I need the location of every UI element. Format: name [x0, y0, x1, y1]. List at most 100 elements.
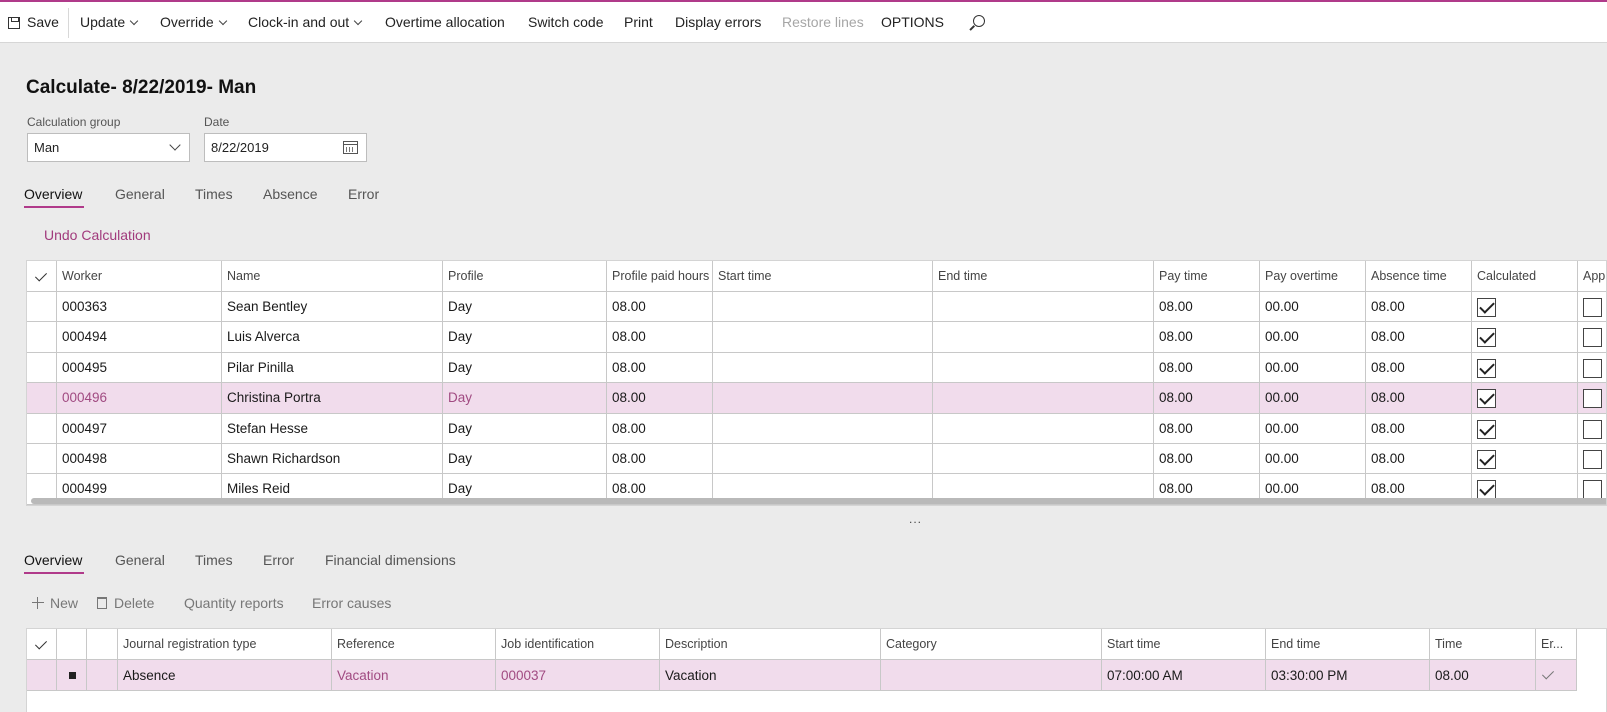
search-icon[interactable] [973, 15, 985, 27]
column-header-calculated[interactable]: Calculated [1472, 261, 1578, 291]
absence-time-cell[interactable]: 08.00 [1366, 444, 1472, 474]
switch-code-button[interactable]: Switch code [528, 2, 603, 43]
column-header-description[interactable]: Description [660, 629, 881, 659]
profile-cell[interactable]: Day [443, 413, 607, 443]
checkbox-icon[interactable] [1583, 389, 1602, 409]
start-time-cell[interactable] [713, 292, 933, 322]
worker-cell[interactable]: 000497 [57, 413, 222, 443]
absence-time-cell[interactable]: 08.00 [1366, 322, 1472, 352]
row-selector[interactable] [27, 444, 57, 474]
lines-tab-general[interactable]: General [115, 552, 165, 568]
worker-cell[interactable]: 000498 [57, 444, 222, 474]
checkbox-icon[interactable] [1477, 450, 1496, 469]
checkbox-icon[interactable] [1477, 389, 1496, 409]
approved-checkbox[interactable] [1578, 292, 1606, 321]
options-button[interactable]: OPTIONS [881, 2, 944, 43]
horizontal-scrollbar[interactable] [31, 498, 1606, 504]
calculated-checkbox[interactable] [1472, 444, 1578, 474]
name-cell[interactable]: Christina Portra [222, 383, 443, 413]
profile-paid-hours-cell[interactable]: 08.00 [607, 413, 713, 443]
lines-tab-financial-dimensions[interactable]: Financial dimensions [325, 552, 456, 568]
pay-time-cell[interactable]: 08.00 [1154, 292, 1260, 322]
pay-overtime-cell[interactable]: 00.00 [1260, 383, 1366, 413]
absence-time-cell[interactable]: 08.00 [1366, 413, 1472, 443]
calculated-checkbox[interactable] [1472, 383, 1578, 413]
display-errors-button[interactable]: Display errors [675, 2, 761, 43]
column-header-approved[interactable]: App [1578, 261, 1606, 291]
end-time-cell[interactable]: 03:30:00 PM [1266, 660, 1430, 690]
absence-time-cell[interactable]: 08.00 [1366, 292, 1472, 322]
start-time-cell[interactable] [713, 444, 933, 474]
column-header-end-time[interactable]: End time [1266, 629, 1430, 659]
approved-checkbox[interactable] [1578, 414, 1606, 443]
table-row[interactable]: 000495 Pilar Pinilla Day 08.00 08.00 00.00 08.… [27, 352, 1606, 384]
profile-cell[interactable]: Day [443, 444, 607, 474]
approved-checkbox[interactable] [1578, 444, 1606, 473]
start-time-cell[interactable] [713, 413, 933, 443]
column-header-pay-time[interactable]: Pay time [1154, 261, 1260, 291]
worker-cell[interactable]: 000495 [57, 352, 222, 383]
checkbox-icon[interactable] [1477, 480, 1496, 500]
profile-cell[interactable]: Day [443, 322, 607, 352]
name-cell[interactable]: Stefan Hesse [222, 413, 443, 443]
calculated-checkbox[interactable] [1472, 413, 1578, 443]
profile-paid-hours-cell[interactable]: 08.00 [607, 292, 713, 322]
checkbox-icon[interactable] [1583, 450, 1602, 469]
column-header-pay-overtime[interactable]: Pay overtime [1260, 261, 1366, 291]
name-cell[interactable]: Luis Alverca [222, 322, 443, 352]
splitter-handle[interactable]: ... [909, 512, 922, 526]
save-button[interactable]: Save [0, 2, 64, 43]
profile-paid-hours-cell[interactable]: 08.00 [607, 383, 713, 413]
lines-tab-times[interactable]: Times [195, 552, 233, 568]
name-cell[interactable]: Sean Bentley [222, 292, 443, 322]
category-cell[interactable] [881, 660, 1102, 690]
approved-checkbox[interactable] [1578, 353, 1606, 382]
journal-registration-type-cell[interactable]: Absence [118, 660, 332, 690]
calendar-icon[interactable] [343, 141, 358, 154]
absence-time-cell[interactable]: 08.00 [1366, 383, 1472, 413]
row-selector[interactable] [27, 383, 57, 413]
name-cell[interactable]: Pilar Pinilla [222, 352, 443, 383]
update-menu[interactable]: Update [80, 2, 139, 43]
reference-link[interactable]: Vacation [332, 660, 496, 690]
start-time-cell[interactable] [713, 383, 933, 413]
job-identification-link[interactable]: 000037 [496, 660, 660, 690]
checkbox-icon[interactable] [1477, 358, 1496, 378]
description-cell[interactable]: Vacation [660, 660, 881, 690]
print-button[interactable]: Print [624, 2, 653, 43]
column-header-start-time[interactable]: Start time [1102, 629, 1266, 659]
column-header-profile-paid-hours[interactable]: Profile paid hours [607, 261, 713, 291]
undo-calculation-button[interactable]: Undo Calculation [44, 227, 151, 243]
column-header-absence-time[interactable]: Absence time [1366, 261, 1472, 291]
row-selector[interactable] [27, 322, 57, 352]
worker-cell[interactable]: 000363 [57, 292, 222, 322]
table-row[interactable]: Absence Vacation 000037 Vacation 07:00:0… [27, 660, 1577, 691]
table-row[interactable]: 000498 Shawn Richardson Day 08.00 08.00 00.00… [27, 444, 1606, 475]
date-field[interactable]: 8/22/2019 [204, 133, 367, 162]
pay-overtime-cell[interactable]: 00.00 [1260, 352, 1366, 383]
start-time-cell[interactable] [713, 322, 933, 352]
pay-overtime-cell[interactable]: 00.00 [1260, 444, 1366, 474]
clock-in-out-menu[interactable]: Clock-in and out [248, 2, 363, 43]
quantity-reports-button[interactable]: Quantity reports [184, 595, 284, 611]
pay-overtime-cell[interactable]: 00.00 [1260, 292, 1366, 322]
tab-general[interactable]: General [115, 186, 165, 202]
lines-tab-error[interactable]: Error [263, 552, 294, 568]
profile-paid-hours-cell[interactable]: 08.00 [607, 444, 713, 474]
table-row[interactable]: 000497 Stefan Hesse Day 08.00 08.00 00.00 08.0… [27, 413, 1606, 444]
pay-time-cell[interactable]: 08.00 [1154, 413, 1260, 443]
table-row[interactable]: 000363 Sean Bentley Day 08.00 08.00 00.00 08.0… [27, 292, 1606, 323]
tab-absence[interactable]: Absence [263, 186, 317, 202]
calculated-checkbox[interactable] [1472, 322, 1578, 352]
checkbox-icon[interactable] [1477, 419, 1496, 439]
time-cell[interactable]: 08.00 [1430, 660, 1536, 690]
column-header-profile[interactable]: Profile [443, 261, 607, 291]
end-time-cell[interactable] [933, 292, 1154, 322]
profile-cell[interactable]: Day [443, 352, 607, 383]
tab-times[interactable]: Times [195, 186, 233, 202]
checkbox-icon[interactable] [1583, 419, 1602, 439]
column-header-worker[interactable]: Worker [57, 261, 222, 291]
checkbox-icon[interactable] [1583, 480, 1602, 500]
profile-paid-hours-cell[interactable]: 08.00 [607, 352, 713, 383]
row-selector[interactable] [27, 352, 57, 383]
